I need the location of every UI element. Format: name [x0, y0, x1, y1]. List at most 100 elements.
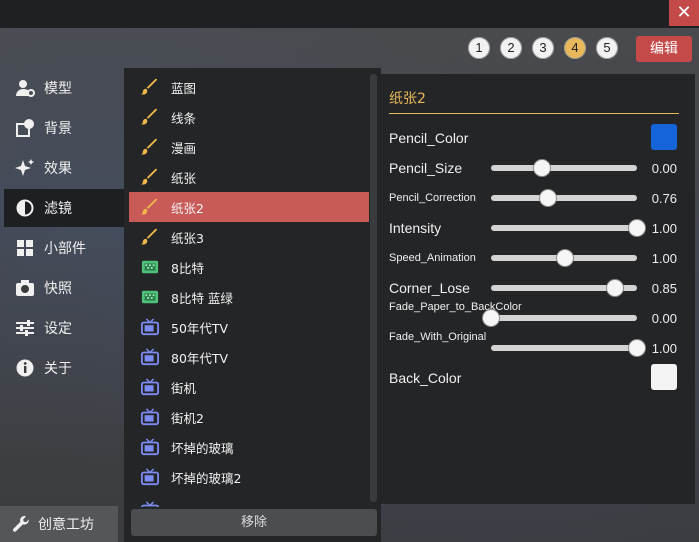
- tv-icon: [141, 438, 159, 456]
- filter-item[interactable]: 纸张: [129, 162, 369, 192]
- color-swatch[interactable]: [651, 364, 677, 390]
- filter-item[interactable]: 纸张3: [129, 222, 369, 252]
- property-row-corner-lose: Corner_Lose 0.85: [389, 273, 689, 303]
- property-value: 0.76: [651, 191, 677, 206]
- filter-item[interactable]: 坏掉的玻璃2: [129, 462, 369, 492]
- property-label: Back_Color: [389, 370, 462, 386]
- slider-thumb[interactable]: [629, 340, 645, 356]
- filter-item-label: 漫画: [171, 140, 197, 156]
- sidebar-item-background[interactable]: 背景: [4, 109, 124, 147]
- filter-item[interactable]: 8比特 蓝绿: [129, 282, 369, 312]
- preset-button-4[interactable]: 4: [564, 37, 586, 59]
- tv-icon: [141, 501, 159, 507]
- property-row-pencil-color: Pencil_Color: [389, 123, 689, 153]
- filter-item-label: 50年代TV: [171, 320, 229, 336]
- sidebar-item-label: 效果: [44, 161, 72, 177]
- background-icon: [14, 117, 36, 139]
- sidebar-item-label: 滤镜: [44, 201, 72, 217]
- property-slider[interactable]: [483, 310, 637, 326]
- sidebar-item-filters[interactable]: 滤镜: [4, 189, 124, 227]
- slider-thumb[interactable]: [557, 250, 574, 266]
- filter-item[interactable]: 线条: [129, 102, 369, 132]
- filter-item[interactable]: 漫画: [129, 132, 369, 162]
- filter-item-label: 蓝图: [171, 80, 197, 96]
- sidebar-item-effects[interactable]: 效果: [4, 149, 124, 187]
- sidebar-item-model[interactable]: 模型: [4, 69, 124, 107]
- slider-thumb[interactable]: [629, 220, 645, 236]
- filter-item-label: 8比特: [171, 260, 204, 276]
- filter-item[interactable]: 街机: [129, 372, 369, 402]
- pixel-icon: [141, 288, 159, 306]
- user-gear-icon: [14, 77, 36, 99]
- property-row-intensity: Intensity 1.00: [389, 213, 689, 243]
- filter-item-label: 8比特 蓝绿: [171, 290, 233, 306]
- filter-item-label: 坏掉的玻璃: [171, 440, 234, 456]
- filter-item-label: 坏掉的玻璃2: [171, 470, 242, 486]
- close-button[interactable]: ✕: [669, 0, 699, 26]
- slider-thumb[interactable]: [539, 190, 556, 206]
- sidebar-item-label: 设定: [44, 321, 72, 337]
- sliders-icon: [14, 317, 36, 339]
- info-icon: [14, 357, 36, 379]
- property-slider[interactable]: [491, 220, 645, 236]
- preset-button-2[interactable]: 2: [500, 37, 522, 59]
- property-label: Pencil_Color: [389, 130, 469, 146]
- property-slider[interactable]: [491, 280, 637, 296]
- property-row-pencil-correction: Pencil_Correction 0.76: [389, 183, 689, 213]
- sidebar-item-about[interactable]: 关于: [4, 349, 124, 387]
- workshop-label: 创意工坊: [38, 517, 94, 533]
- filter-item[interactable]: 8比特: [129, 252, 369, 282]
- property-row-speed-animation: Speed_Animation 1.00: [389, 243, 689, 273]
- filter-item-label: 街机2: [171, 410, 204, 426]
- property-value: 1.00: [651, 251, 677, 266]
- brush-icon: [141, 168, 159, 186]
- properties-title: 纸张2: [389, 91, 426, 107]
- filter-icon: [14, 197, 36, 219]
- title-bar: ✕: [0, 0, 699, 28]
- property-label: Speed_Animation: [389, 252, 476, 264]
- filter-list-scrollbar[interactable]: [370, 74, 377, 502]
- filter-item[interactable]: 街机2: [129, 402, 369, 432]
- property-slider[interactable]: [491, 340, 645, 356]
- preset-button-3[interactable]: 3: [532, 37, 554, 59]
- property-slider[interactable]: [491, 160, 637, 176]
- filter-item[interactable]: 50年代TV: [129, 312, 369, 342]
- property-value: 0.85: [651, 281, 677, 296]
- property-row-pencil-size: Pencil_Size 0.00: [389, 153, 689, 183]
- property-slider[interactable]: [491, 250, 637, 266]
- remove-button[interactable]: 移除: [131, 509, 377, 536]
- filter-item[interactable]: 纸张2: [129, 192, 369, 222]
- workshop-button[interactable]: 创意工坊: [0, 506, 118, 542]
- slider-thumb[interactable]: [607, 280, 624, 296]
- filter-item-label: 80年代TV: [171, 350, 229, 366]
- sidebar-item-label: 快照: [44, 281, 72, 297]
- property-label: Fade_Paper_to_BackColor: [389, 301, 522, 313]
- preset-button-1[interactable]: 1: [468, 37, 490, 59]
- properties-divider: [389, 113, 679, 114]
- slider-thumb[interactable]: [534, 160, 551, 176]
- property-slider[interactable]: [491, 190, 637, 206]
- brush-icon: [141, 108, 159, 126]
- property-label: Pencil_Correction: [389, 192, 476, 204]
- property-label: Fade_With_Original: [389, 331, 487, 343]
- edit-button[interactable]: 编辑: [636, 36, 692, 62]
- property-value: 0.00: [651, 161, 677, 176]
- color-swatch[interactable]: [651, 124, 677, 150]
- filter-item[interactable]: 坏掉的玻璃: [129, 432, 369, 462]
- property-value: 0.00: [651, 311, 677, 326]
- sidebar-item-snapshot[interactable]: 快照: [4, 269, 124, 307]
- camera-icon: [14, 277, 36, 299]
- pixel-icon: [141, 258, 159, 276]
- sidebar-item-label: 模型: [44, 81, 72, 97]
- sidebar-item-settings[interactable]: 设定: [4, 309, 124, 347]
- slider-thumb[interactable]: [483, 310, 499, 326]
- tv-icon: [141, 468, 159, 486]
- preset-button-5[interactable]: 5: [596, 37, 618, 59]
- sidebar-item-widgets[interactable]: 小部件: [4, 229, 124, 267]
- brush-icon: [141, 198, 159, 216]
- wrench-icon: [12, 515, 30, 533]
- filter-item[interactable]: 80年代TV: [129, 342, 369, 372]
- filter-item[interactable]: 蓝图: [129, 72, 369, 102]
- property-row-fade-paper-to-backcolor: Fade_Paper_to_BackColor 0.00: [389, 301, 689, 333]
- brush-icon: [141, 228, 159, 246]
